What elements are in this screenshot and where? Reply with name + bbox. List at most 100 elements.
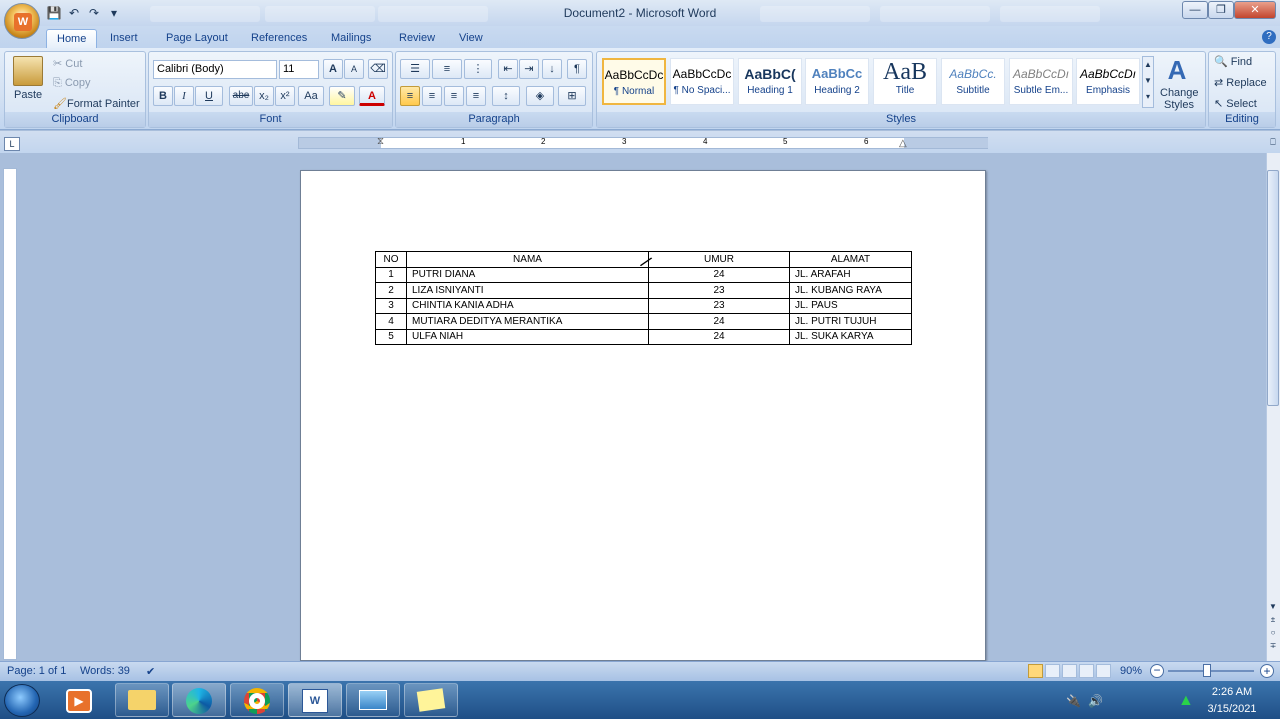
decrease-indent-icon[interactable]: ⇤ bbox=[498, 59, 518, 79]
table-cell[interactable]: 24 bbox=[648, 313, 790, 330]
start-button[interactable] bbox=[4, 684, 40, 717]
table-cell[interactable]: 24 bbox=[648, 328, 790, 345]
increase-indent-icon[interactable]: ⇥ bbox=[519, 59, 539, 79]
zoom-slider-thumb[interactable] bbox=[1203, 664, 1211, 677]
undo-icon[interactable]: ↶ bbox=[66, 5, 82, 21]
table-cell[interactable]: 24 bbox=[648, 266, 790, 283]
table-cell[interactable]: JL. PAUS bbox=[789, 297, 912, 314]
word-count[interactable]: Words: 39 bbox=[80, 665, 130, 677]
tab-review[interactable]: Review bbox=[389, 29, 445, 48]
align-left-icon[interactable]: ≡ bbox=[400, 86, 420, 106]
print-layout-icon[interactable] bbox=[1028, 664, 1043, 678]
table-cell[interactable]: 23 bbox=[648, 297, 790, 314]
table-cell[interactable]: LIZA ISNIYANTI bbox=[406, 282, 649, 299]
grow-font-button[interactable]: A bbox=[323, 59, 343, 79]
table-cell[interactable]: ULFA NIAH bbox=[406, 328, 649, 345]
customize-qat-icon[interactable]: ▾ bbox=[106, 5, 122, 21]
close-button[interactable]: ✕ bbox=[1234, 1, 1276, 19]
font-size-combo[interactable]: 11 bbox=[279, 60, 319, 79]
table-header-cell[interactable]: ALAMAT bbox=[789, 251, 912, 268]
table-cell[interactable]: 5 bbox=[375, 328, 407, 345]
indent-marker-icon[interactable]: ⧖ bbox=[377, 136, 384, 147]
align-right-icon[interactable]: ≡ bbox=[444, 86, 464, 106]
cut-button[interactable]: ✂ Cut bbox=[53, 57, 82, 70]
subscript-button[interactable]: x₂ bbox=[254, 86, 274, 106]
multilevel-list-icon[interactable]: ⋮ bbox=[464, 59, 492, 79]
table-cell[interactable]: JL. KUBANG RAYA bbox=[789, 282, 912, 299]
view-ruler-icon[interactable]: ⎕ bbox=[1267, 137, 1279, 151]
save-icon[interactable]: 💾 bbox=[46, 5, 62, 21]
table-cell[interactable]: JL. ARAFAH bbox=[789, 266, 912, 283]
numbering-icon[interactable]: ≡ bbox=[432, 59, 462, 79]
style-title[interactable]: AaB Title bbox=[873, 58, 937, 105]
page-count[interactable]: Page: 1 of 1 bbox=[7, 665, 66, 677]
tab-view[interactable]: View bbox=[449, 29, 493, 48]
tray-app-icon[interactable]: ▲ bbox=[1178, 692, 1194, 710]
table-header-cell[interactable]: NAMA bbox=[406, 251, 649, 268]
change-styles-icon[interactable]: A bbox=[1162, 55, 1192, 86]
align-center-icon[interactable]: ≡ bbox=[422, 86, 442, 106]
change-styles-button[interactable]: Change Styles bbox=[1160, 87, 1199, 111]
italic-button[interactable]: I bbox=[174, 86, 194, 106]
line-spacing-icon[interactable]: ↕ bbox=[492, 86, 520, 106]
tab-home[interactable]: Home bbox=[46, 29, 98, 48]
clock-date[interactable]: 3/15/2021 bbox=[1202, 703, 1262, 715]
table-header-cell[interactable]: UMUR bbox=[648, 251, 790, 268]
proofing-icon[interactable]: ✔ bbox=[146, 665, 155, 678]
maximize-button[interactable]: ❐ bbox=[1208, 1, 1234, 19]
highlight-icon[interactable]: ✎ bbox=[329, 86, 355, 106]
outline-icon[interactable] bbox=[1079, 664, 1094, 678]
style-subtle-emphasis[interactable]: AaBbCcDı Subtle Em... bbox=[1009, 58, 1073, 105]
zoom-slider[interactable] bbox=[1168, 670, 1254, 672]
tab-mailings[interactable]: Mailings bbox=[321, 29, 381, 48]
office-button[interactable]: W bbox=[4, 3, 40, 39]
power-icon[interactable]: 🔌 bbox=[1066, 694, 1081, 708]
font-color-icon[interactable]: A bbox=[359, 86, 385, 106]
copy-button[interactable]: ⎘ Copy bbox=[53, 77, 91, 90]
document-page[interactable] bbox=[300, 170, 986, 661]
style-no-spacing[interactable]: AaBbCcDc ¶ No Spaci... bbox=[670, 58, 734, 105]
style-normal[interactable]: AaBbCcDc ¶ Normal bbox=[602, 58, 666, 105]
taskbar-edge[interactable] bbox=[172, 683, 226, 717]
replace-button[interactable]: ⇄ Replace bbox=[1214, 76, 1267, 89]
zoom-out-icon[interactable]: − bbox=[1150, 664, 1164, 678]
scrollbar-thumb[interactable] bbox=[1267, 170, 1279, 406]
style-heading-2[interactable]: AaBbCc Heading 2 bbox=[805, 58, 869, 105]
table-cell[interactable]: 4 bbox=[375, 313, 407, 330]
table-cell[interactable]: CHINTIA KANIA ADHA bbox=[406, 297, 649, 314]
format-painter-button[interactable]: 🖌Format Painter bbox=[53, 97, 140, 110]
clock-time[interactable]: 2:26 AM bbox=[1202, 686, 1262, 698]
tab-references[interactable]: References bbox=[241, 29, 317, 48]
styles-scroll[interactable]: ▲ ▼ ▾ bbox=[1142, 56, 1154, 108]
draft-icon[interactable] bbox=[1096, 664, 1111, 678]
select-button[interactable]: ↖ Select bbox=[1214, 97, 1257, 110]
paste-icon[interactable] bbox=[13, 56, 43, 86]
borders-icon[interactable]: ⊞ bbox=[558, 86, 586, 106]
shading-icon[interactable]: ◈ bbox=[526, 86, 554, 106]
taskbar-app[interactable] bbox=[346, 683, 400, 717]
bullets-icon[interactable]: ☰ bbox=[400, 59, 430, 79]
paste-button[interactable]: Paste bbox=[14, 89, 42, 101]
style-heading-1[interactable]: AaBbC(Heading 1 bbox=[738, 58, 802, 105]
table-cell[interactable]: JL. SUKA KARYA bbox=[789, 328, 912, 345]
taskbar-sticky[interactable] bbox=[404, 683, 458, 717]
table-cell[interactable]: JL. PUTRI TUJUH bbox=[789, 313, 912, 330]
taskbar-chrome[interactable] bbox=[230, 683, 284, 717]
sort-icon[interactable]: ↓ bbox=[542, 59, 562, 79]
find-button[interactable]: 🔍 Find bbox=[1214, 55, 1252, 68]
change-case-button[interactable]: Aa bbox=[298, 86, 324, 106]
table-cell[interactable]: 3 bbox=[375, 297, 407, 314]
right-indent-icon[interactable]: △ bbox=[899, 138, 907, 149]
help-icon[interactable]: ? bbox=[1262, 30, 1276, 44]
table-header-cell[interactable]: NO bbox=[375, 251, 407, 268]
full-screen-icon[interactable] bbox=[1045, 664, 1060, 678]
bold-button[interactable]: B bbox=[153, 86, 173, 106]
clear-format-icon[interactable]: ⌫ bbox=[368, 59, 388, 79]
media-player-icon[interactable]: ▶ bbox=[66, 689, 92, 713]
table-cell[interactable]: 1 bbox=[375, 266, 407, 283]
strikethrough-button[interactable]: abe bbox=[229, 86, 253, 106]
shrink-font-button[interactable]: A bbox=[344, 59, 364, 79]
taskbar-word[interactable]: W bbox=[288, 683, 342, 717]
style-emphasis[interactable]: AaBbCcDı Emphasis bbox=[1076, 58, 1140, 105]
volume-icon[interactable]: 🔊 bbox=[1088, 694, 1103, 708]
